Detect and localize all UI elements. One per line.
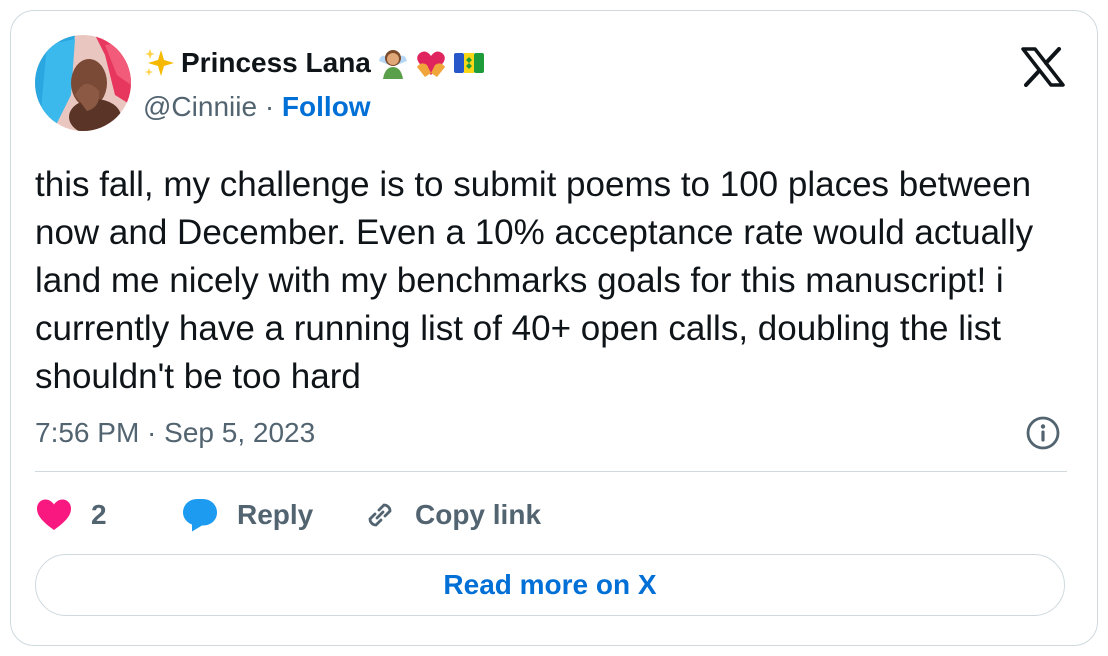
author-handle[interactable]: @Cinniie: [143, 91, 257, 122]
read-more-button[interactable]: Read more on X: [35, 554, 1065, 616]
info-icon[interactable]: [1025, 415, 1061, 451]
display-name: Princess Lana: [181, 47, 371, 78]
copy-link-button[interactable]: Copy link: [363, 495, 541, 535]
tweet-timestamp[interactable]: 7:56 PM · Sep 5, 2023: [35, 415, 315, 451]
person-woman-emoji-icon: [378, 50, 407, 79]
avatar[interactable]: [35, 35, 131, 131]
reply-label: Reply: [237, 499, 314, 530]
tweet-text: this fall, my challenge is to submit poe…: [35, 165, 1034, 396]
separator: ·: [264, 91, 275, 122]
link-icon: [368, 503, 392, 527]
sparkles-emoji-icon: [145, 49, 174, 76]
heart-icon: [37, 499, 71, 530]
tweet-card: Princess Lana @Cinniie · Follow this fal…: [10, 10, 1098, 646]
author-handle-row: @Cinniie · Follow: [143, 89, 371, 125]
author-name-row[interactable]: Princess Lana: [143, 45, 485, 81]
saint-vincent-flag-emoji-icon: [453, 53, 484, 73]
avatar-image: [35, 35, 131, 131]
divider: [35, 471, 1067, 472]
like-button[interactable]: 2: [35, 495, 107, 535]
follow-button[interactable]: Follow: [282, 91, 371, 122]
x-logo-icon[interactable]: [1021, 47, 1065, 87]
like-count: 2: [91, 499, 107, 530]
heart-hands-emoji-icon: [416, 51, 445, 77]
copy-link-label: Copy link: [415, 499, 542, 530]
reply-button[interactable]: Reply: [181, 495, 313, 535]
speech-bubble-icon: [183, 499, 217, 532]
